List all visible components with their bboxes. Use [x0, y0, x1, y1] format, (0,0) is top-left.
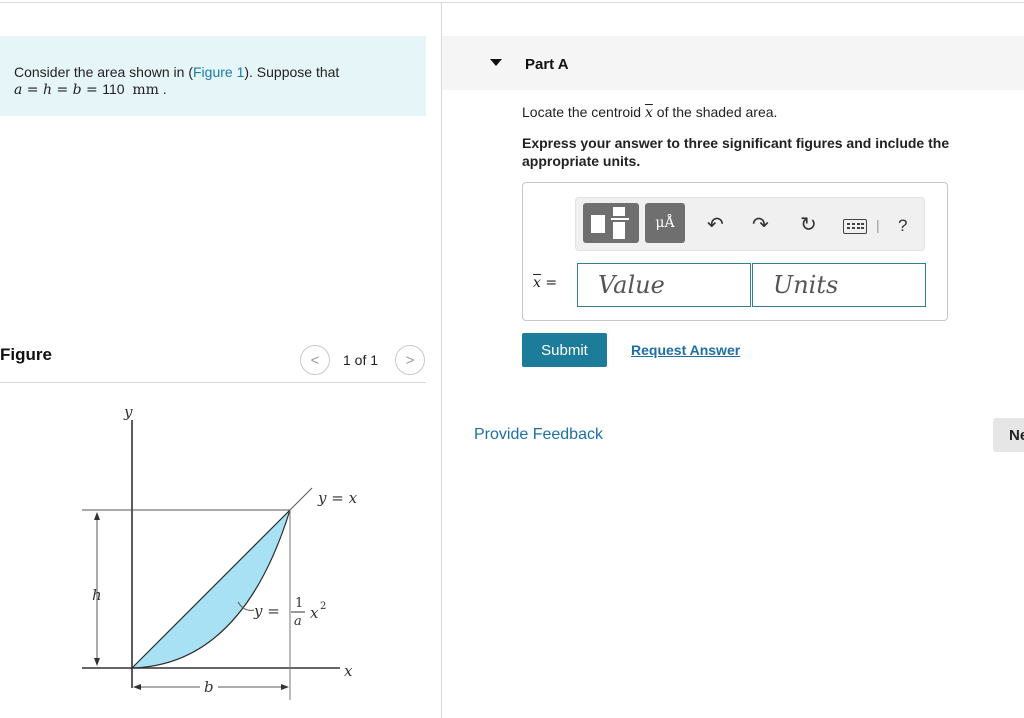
line-y-equals-x: [289, 487, 313, 511]
answer-variable-label: x =: [533, 275, 557, 291]
part-title[interactable]: Part A: [525, 56, 569, 73]
redo-icon[interactable]: ↷: [752, 212, 769, 237]
b-arrow-right: [281, 684, 289, 690]
figure-link[interactable]: Figure 1: [193, 64, 244, 80]
fraction-template-icon: [591, 215, 605, 233]
previous-figure-button[interactable]: <: [300, 345, 330, 375]
b-label: b: [204, 678, 214, 696]
value-input[interactable]: [577, 263, 751, 307]
units-input[interactable]: [752, 263, 926, 307]
help-icon[interactable]: ?: [898, 216, 907, 236]
b-arrow-left: [133, 684, 141, 690]
curve-equation-lhs: y =: [253, 602, 280, 620]
submit-button[interactable]: Submit: [522, 333, 607, 367]
figure-heading: Figure: [0, 345, 52, 364]
panel-divider: [441, 3, 442, 718]
answer-equals: =: [540, 275, 558, 291]
question-suffix: of the shaded area.: [652, 104, 778, 120]
template-denominator-block: [613, 222, 625, 239]
template-fraction-bar: [611, 218, 629, 220]
line-equation-label: y = x: [317, 489, 358, 507]
top-rule: [0, 2, 1024, 3]
request-answer-link[interactable]: Request Answer: [631, 342, 740, 358]
fraction-template-button[interactable]: [583, 203, 639, 243]
toolbar-separator: |: [876, 217, 880, 233]
units-button[interactable]: μÅ: [645, 203, 685, 243]
caret-down-icon[interactable]: [490, 59, 502, 66]
chevron-left-icon: <: [310, 351, 320, 369]
h-label: h: [92, 586, 102, 604]
figure-counter: 1 of 1: [343, 352, 379, 368]
keyboard-icon[interactable]: [843, 219, 867, 234]
problem-statement: Consider the area shown in (Figure 1). S…: [0, 36, 426, 116]
y-axis-label: y: [123, 403, 133, 421]
curve-variable: x: [310, 604, 319, 622]
problem-unit: mm: [132, 82, 159, 98]
question-prefix: Locate the centroid: [522, 104, 645, 120]
answer-instructions: Express your answer to three significant…: [522, 135, 950, 169]
template-numerator-block: [613, 207, 625, 216]
answer-variable: x: [533, 275, 541, 291]
next-button[interactable]: Next: [993, 418, 1024, 452]
question-text: Locate the centroid x of the shaded area…: [522, 104, 777, 121]
problem-equation: a = h = b =: [14, 82, 103, 98]
h-arrow-bottom: [94, 658, 100, 666]
curve-denominator: a: [294, 614, 302, 629]
reset-icon[interactable]: ↻: [800, 212, 817, 237]
undo-icon[interactable]: ↶: [707, 212, 724, 237]
next-figure-button[interactable]: >: [395, 345, 425, 375]
figure-diagram: y x y = x y = 1 a x 2 h b: [82, 403, 358, 700]
curve-numerator: 1: [295, 596, 303, 611]
chevron-right-icon: >: [405, 351, 415, 369]
question-variable: x: [644, 105, 653, 121]
problem-period: .: [162, 81, 167, 97]
curve-exponent: 2: [320, 601, 326, 612]
figure-rule: [0, 382, 426, 383]
problem-suffix: ). Suppose that: [244, 64, 340, 80]
provide-feedback-link[interactable]: Provide Feedback: [474, 426, 603, 444]
problem-prefix: Consider the area shown in (: [14, 64, 193, 80]
x-axis-label: x: [344, 662, 353, 680]
shaded-area: [130, 509, 291, 669]
problem-value: 110: [102, 81, 125, 97]
h-arrow-top: [94, 512, 100, 520]
